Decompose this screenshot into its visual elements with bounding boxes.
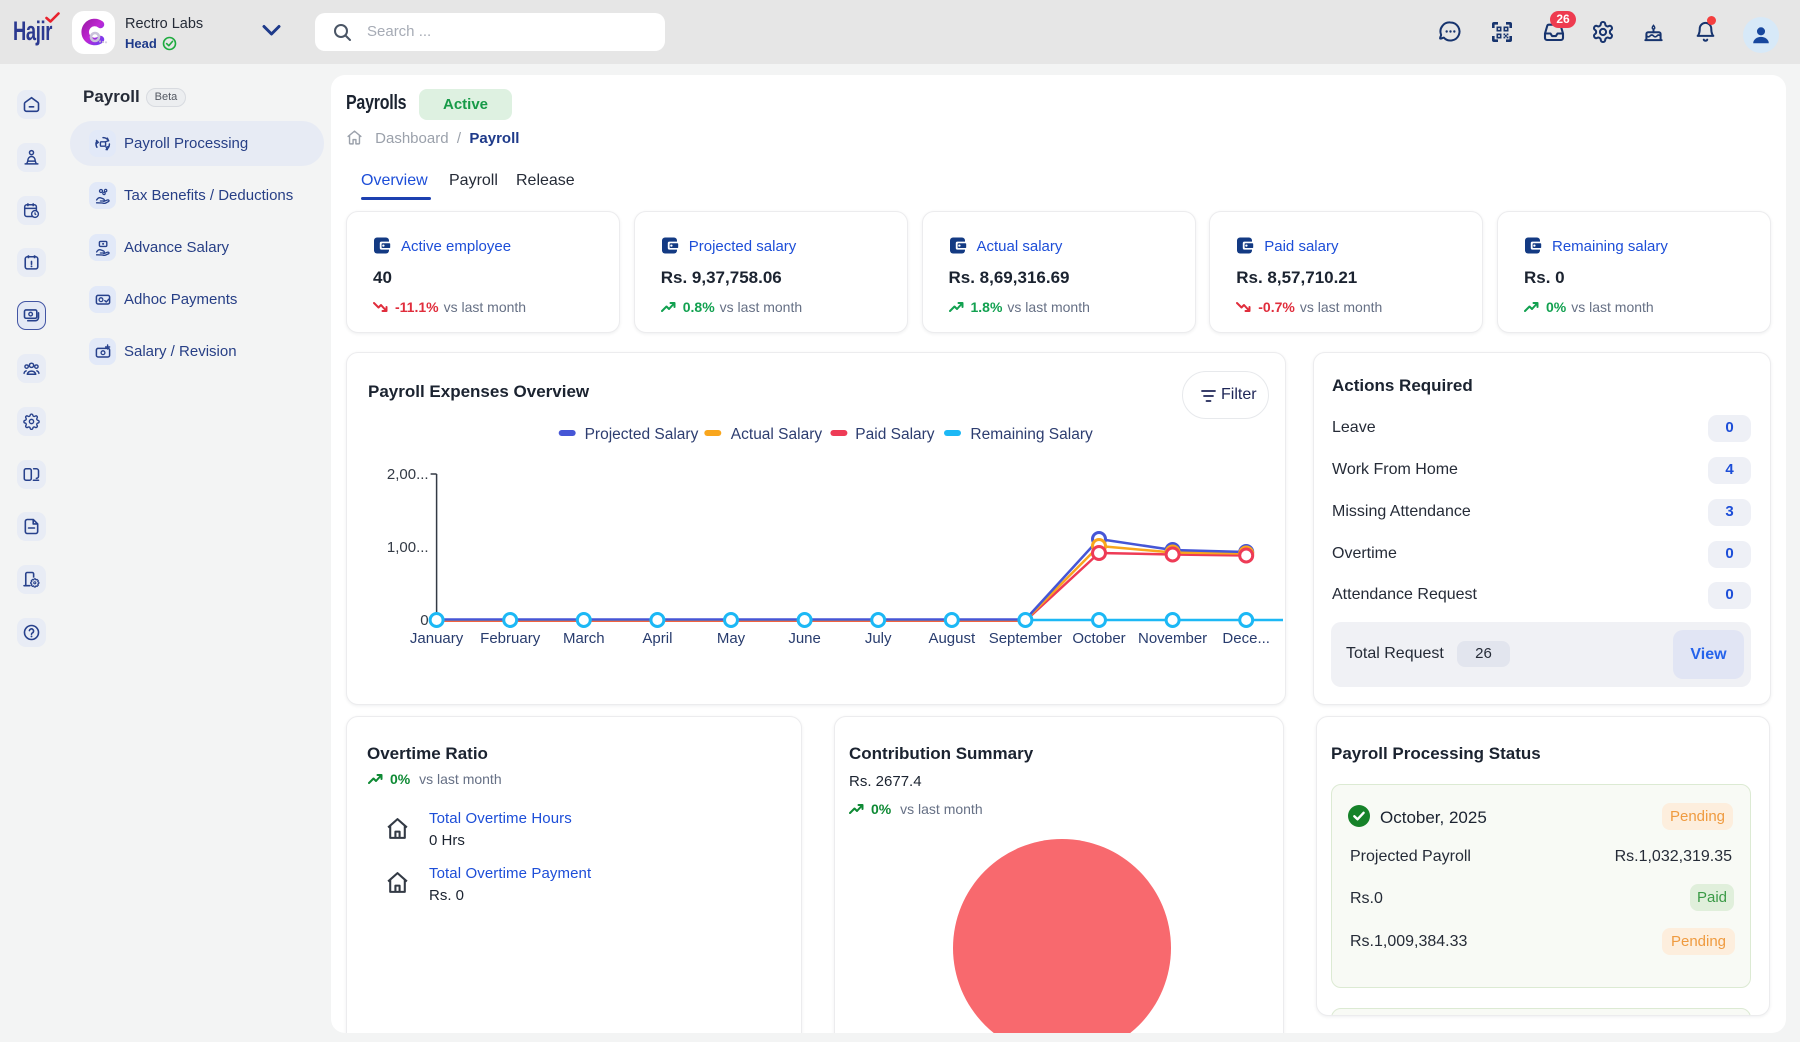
svg-text:March: March <box>563 630 605 647</box>
svg-text:Dece...: Dece... <box>1222 630 1270 647</box>
svg-text:1,00...: 1,00... <box>387 539 429 556</box>
svg-text:January: January <box>410 630 464 647</box>
svg-text:August: August <box>928 630 976 647</box>
svg-text:April: April <box>642 630 672 647</box>
svg-text:Projected Salary: Projected Salary <box>585 426 699 443</box>
svg-text:2,00...: 2,00... <box>387 466 429 483</box>
svg-text:July: July <box>865 630 892 647</box>
svg-text:June: June <box>788 630 821 647</box>
svg-text:Paid Salary: Paid Salary <box>855 426 935 443</box>
svg-text:Remaining Salary: Remaining Salary <box>970 426 1093 443</box>
svg-text:November: November <box>1138 630 1207 647</box>
svg-text:Actual Salary: Actual Salary <box>731 426 823 443</box>
svg-text:September: September <box>989 630 1062 647</box>
svg-text:0: 0 <box>420 612 428 629</box>
svg-text:February: February <box>480 630 541 647</box>
svg-text:May: May <box>717 630 746 647</box>
svg-text:October: October <box>1072 630 1125 647</box>
